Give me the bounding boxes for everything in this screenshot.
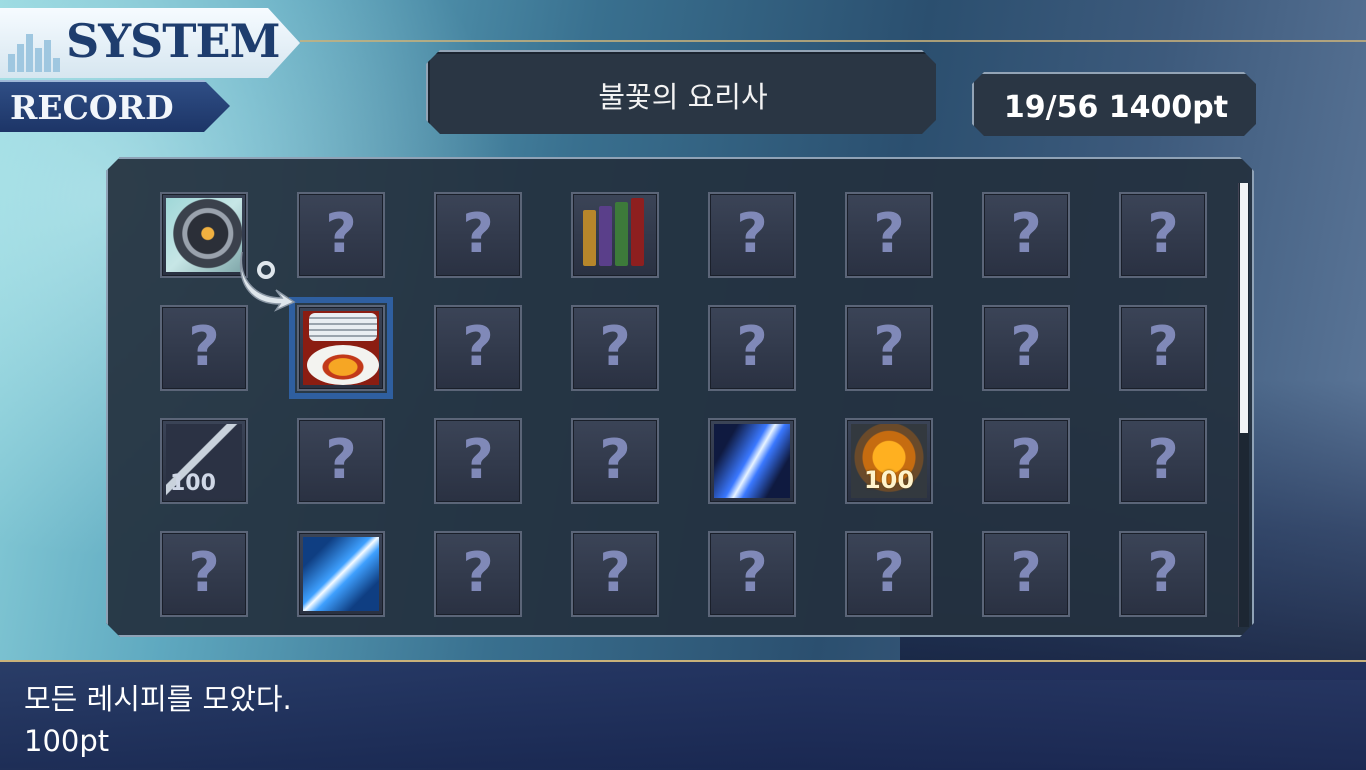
- record-tile-locked[interactable]: ?: [571, 305, 659, 391]
- question-mark-icon: ?: [188, 541, 220, 604]
- curl-arrow-icon: [240, 251, 296, 312]
- question-mark-icon: ?: [462, 315, 494, 378]
- system-title: SYSTEM: [66, 14, 280, 68]
- progress-box: 19/56 1400pt: [972, 72, 1256, 136]
- question-mark-icon: ?: [599, 315, 631, 378]
- record-tile-unlocked[interactable]: 100: [160, 418, 248, 504]
- record-tile-locked[interactable]: ?: [434, 531, 522, 617]
- record-tile-locked[interactable]: ?: [845, 531, 933, 617]
- record-tile-locked[interactable]: ?: [571, 418, 659, 504]
- record-tile-unlocked[interactable]: [160, 192, 248, 278]
- question-mark-icon: ?: [325, 202, 357, 265]
- record-tile-locked[interactable]: ?: [297, 192, 385, 278]
- record-tile-locked[interactable]: ?: [708, 305, 796, 391]
- record-tile-locked[interactable]: ?: [1119, 305, 1207, 391]
- skyline-icon: [8, 32, 64, 72]
- books-icon: [577, 198, 653, 272]
- crystal-burst-icon: [714, 424, 790, 498]
- compass-icon: [166, 198, 242, 272]
- sword-icon: 100: [166, 424, 242, 498]
- question-mark-icon: ?: [462, 428, 494, 491]
- record-description: 모든 레시피를 모았다.: [24, 682, 292, 716]
- header-divider: [300, 40, 1366, 42]
- question-mark-icon: ?: [188, 315, 220, 378]
- question-mark-icon: ?: [873, 202, 905, 265]
- record-tile-locked[interactable]: ?: [708, 531, 796, 617]
- record-tile-locked[interactable]: ?: [982, 418, 1070, 504]
- question-mark-icon: ?: [1010, 202, 1042, 265]
- category-title: 불꽃의 요리사: [598, 80, 768, 114]
- record-tile-unlocked[interactable]: [297, 531, 385, 617]
- record-tile-locked[interactable]: ?: [434, 418, 522, 504]
- record-tile-locked[interactable]: ?: [982, 531, 1070, 617]
- question-mark-icon: ?: [462, 202, 494, 265]
- progress-text: 19/56 1400pt: [1003, 90, 1229, 125]
- record-tile-locked[interactable]: ?: [708, 192, 796, 278]
- record-tile-locked[interactable]: ?: [297, 418, 385, 504]
- question-mark-icon: ?: [1010, 428, 1042, 491]
- record-tile-locked[interactable]: ?: [982, 305, 1070, 391]
- record-tile-locked[interactable]: ?: [1119, 192, 1207, 278]
- scrollbar[interactable]: [1238, 183, 1249, 627]
- record-tile-locked[interactable]: ?: [845, 305, 933, 391]
- record-tile-locked[interactable]: ?: [845, 192, 933, 278]
- question-mark-icon: ?: [462, 541, 494, 604]
- sword-level-label: 100: [170, 471, 216, 496]
- record-grid-panel: [106, 157, 1254, 637]
- question-mark-icon: ?: [1147, 315, 1179, 378]
- omelette-dish-icon: [303, 311, 379, 385]
- record-tile-locked[interactable]: ?: [571, 531, 659, 617]
- record-title: RECORD: [10, 88, 174, 127]
- record-tile-locked[interactable]: ?: [160, 305, 248, 391]
- record-tile-locked[interactable]: ?: [1119, 418, 1207, 504]
- question-mark-icon: ?: [1147, 541, 1179, 604]
- question-mark-icon: ?: [736, 541, 768, 604]
- system-title-banner: SYSTEM: [0, 8, 300, 78]
- question-mark-icon: ?: [736, 202, 768, 265]
- record-tile-locked[interactable]: ?: [434, 305, 522, 391]
- question-mark-icon: ?: [873, 315, 905, 378]
- gem-level-label: 100: [863, 466, 915, 494]
- record-tile-locked[interactable]: ?: [982, 192, 1070, 278]
- question-mark-icon: ?: [736, 315, 768, 378]
- scrollbar-thumb[interactable]: [1240, 183, 1248, 433]
- question-mark-icon: ?: [599, 541, 631, 604]
- record-tile-unlocked[interactable]: [571, 192, 659, 278]
- record-tile-locked[interactable]: ?: [434, 192, 522, 278]
- gem-icon: 100: [851, 424, 927, 498]
- record-title-banner: RECORD: [0, 80, 230, 132]
- question-mark-icon: ?: [873, 541, 905, 604]
- record-tile-unlocked[interactable]: [289, 297, 393, 399]
- record-points: 100pt: [24, 724, 110, 758]
- description-panel: 모든 레시피를 모았다. 100pt: [0, 660, 1366, 770]
- question-mark-icon: ?: [599, 428, 631, 491]
- record-tile-locked[interactable]: ?: [1119, 531, 1207, 617]
- record-tile-unlocked[interactable]: [708, 418, 796, 504]
- question-mark-icon: ?: [1010, 315, 1042, 378]
- record-tile-locked[interactable]: ?: [160, 531, 248, 617]
- question-mark-icon: ?: [1010, 541, 1042, 604]
- slash-effect-icon: [303, 537, 379, 611]
- question-mark-icon: ?: [325, 428, 357, 491]
- question-mark-icon: ?: [1147, 428, 1179, 491]
- category-box: 불꽃의 요리사: [426, 50, 936, 134]
- question-mark-icon: ?: [1147, 202, 1179, 265]
- record-tile-unlocked[interactable]: 100: [845, 418, 933, 504]
